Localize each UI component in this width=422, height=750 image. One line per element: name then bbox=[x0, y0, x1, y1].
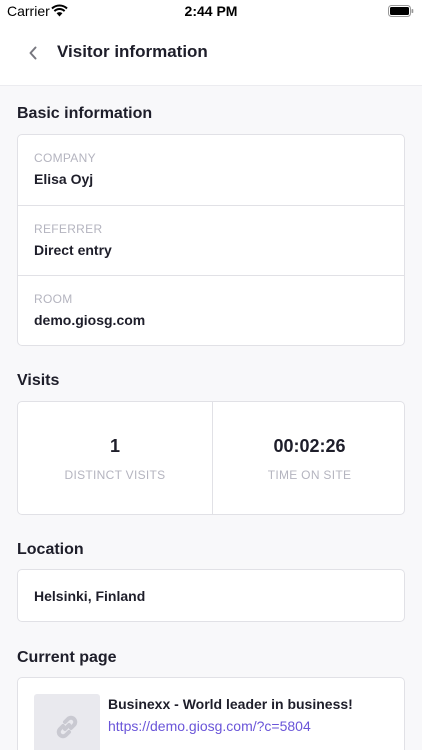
basic-information-heading: Basic information bbox=[17, 105, 153, 122]
distinct-visits-label: DISTINCT VISITS bbox=[64, 468, 166, 482]
status-bar: Carrier 2:44 PM bbox=[0, 0, 422, 22]
current-page-heading: Current page bbox=[17, 649, 117, 666]
basic-information-card: COMPANY Elisa Oyj REFERRER Direct entry … bbox=[17, 134, 405, 346]
nav-bar: Visitor information bbox=[0, 22, 422, 86]
time-on-site-label: TIME ON SITE bbox=[267, 468, 352, 482]
back-button[interactable] bbox=[18, 38, 48, 68]
distinct-visits-value: 1 bbox=[109, 436, 120, 456]
current-page-url-link[interactable]: https://demo.giosg.com/?c=5804 bbox=[108, 718, 311, 734]
current-page-title: Businexx - World leader in business! bbox=[108, 696, 353, 712]
current-page-card[interactable]: Businexx - World leader in business! htt… bbox=[17, 677, 405, 750]
location-value: Helsinki, Finland bbox=[34, 588, 146, 604]
page-title: Visitor information bbox=[57, 42, 208, 61]
link-icon bbox=[56, 715, 78, 739]
clock: 2:44 PM bbox=[184, 3, 238, 19]
referrer-label: REFERRER bbox=[34, 222, 103, 236]
referrer-row: REFERRER Direct entry bbox=[18, 205, 404, 275]
visits-heading: Visits bbox=[17, 372, 60, 389]
chevron-left-icon bbox=[29, 46, 37, 60]
company-label: COMPANY bbox=[34, 151, 96, 165]
room-label: ROOM bbox=[34, 292, 73, 306]
referrer-value: Direct entry bbox=[34, 242, 112, 258]
company-row: COMPANY Elisa Oyj bbox=[18, 135, 404, 205]
time-on-site-value: 00:02:26 bbox=[273, 436, 346, 456]
company-value: Elisa Oyj bbox=[34, 171, 94, 187]
distinct-visits-stat: 1 DISTINCT VISITS bbox=[18, 402, 212, 514]
battery-icon bbox=[388, 5, 414, 17]
visits-card: 1 DISTINCT VISITS 00:02:26 TIME ON SITE bbox=[17, 401, 405, 515]
time-on-site-stat: 00:02:26 TIME ON SITE bbox=[212, 402, 406, 514]
location-card: Helsinki, Finland bbox=[17, 569, 405, 622]
page-thumbnail bbox=[34, 694, 100, 750]
room-value: demo.giosg.com bbox=[34, 312, 146, 328]
room-row: ROOM demo.giosg.com bbox=[18, 275, 404, 345]
location-heading: Location bbox=[17, 541, 84, 558]
